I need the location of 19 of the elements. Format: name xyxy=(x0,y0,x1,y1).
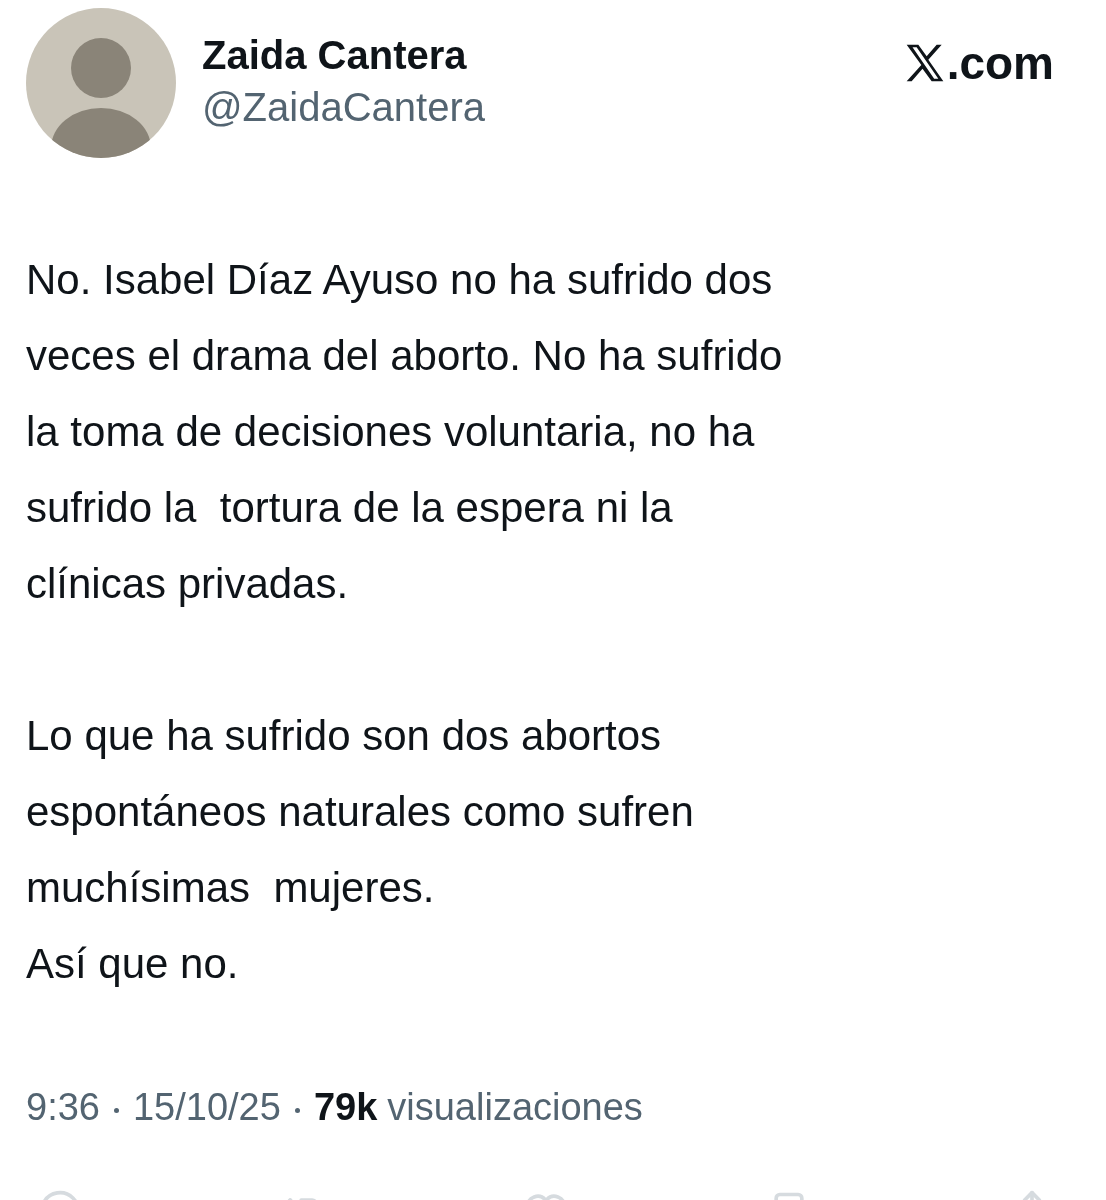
separator-dot-icon xyxy=(113,1108,119,1113)
post-text-line: sufrido la tortura de la espera ni la xyxy=(26,483,674,533)
post-text-line: Lo que ha sufrido son dos abortos xyxy=(26,711,663,761)
post-text-line: la toma de decisiones voluntaria, no ha xyxy=(26,407,756,457)
domain-text: .com xyxy=(946,38,1054,88)
post-text-line: Así que no. xyxy=(26,939,240,989)
author-name[interactable]: Zaida Cantera xyxy=(202,30,879,80)
author-handle[interactable]: @ZaidaCantera xyxy=(202,80,879,134)
views-count: 79k xyxy=(313,1086,378,1129)
post-time[interactable]: 9:36 xyxy=(26,1086,100,1129)
post-text-line: No. Isabel Díaz Ayuso no ha sufrido dos xyxy=(26,255,774,305)
views-label: visualizaciones xyxy=(387,1086,643,1129)
post-text-line: espontáneos naturales como sufren xyxy=(26,787,695,837)
post-text-line: clínicas privadas. xyxy=(26,559,350,609)
post-date[interactable]: 15/10/25 xyxy=(132,1086,281,1129)
post-text-line: muchísimas mujeres. xyxy=(26,863,436,913)
post-text-line: veces el drama del aborto. No ha sufrido xyxy=(26,331,784,381)
separator-dot-icon xyxy=(294,1108,300,1113)
x-logo-icon xyxy=(904,44,945,82)
